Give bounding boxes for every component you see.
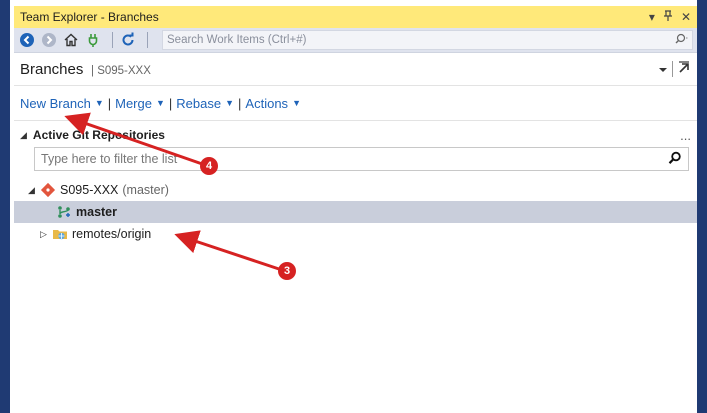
toolbar: Search Work Items (Ctrl+#) — [14, 28, 697, 53]
toolbar-separator — [147, 32, 148, 48]
merge-button[interactable]: Merge ▼ — [115, 96, 165, 111]
pop-out-icon[interactable] — [677, 60, 691, 78]
refresh-icon[interactable] — [119, 31, 137, 49]
search-icon[interactable] — [674, 33, 688, 48]
repo-current-branch: (master) — [122, 183, 169, 197]
filter-input[interactable]: Type here to filter the list — [34, 147, 689, 171]
git-repo-icon — [40, 182, 56, 198]
branch-name: master — [76, 205, 117, 219]
page-title: Branches — [20, 60, 84, 78]
search-work-items-input[interactable]: Search Work Items (Ctrl+#) — [162, 30, 693, 50]
pin-icon[interactable] — [663, 9, 673, 25]
home-icon[interactable] — [62, 31, 80, 49]
branch-actions-bar: New Branch ▼ | Merge ▼ | Rebase ▼ | Acti… — [14, 86, 697, 121]
window-frame-left — [0, 0, 10, 413]
search-icon[interactable] — [668, 151, 682, 168]
action-separator: | — [238, 95, 242, 111]
collapse-triangle-icon[interactable]: ◢ — [20, 130, 27, 141]
chevron-down-icon: ▼ — [292, 98, 301, 108]
forward-icon[interactable] — [40, 31, 58, 49]
filter-placeholder: Type here to filter the list — [41, 152, 178, 166]
chevron-down-icon: ▼ — [94, 98, 104, 108]
dropdown-icon[interactable]: ▾ — [649, 10, 655, 24]
team-explorer-panel: Team Explorer - Branches ▾ ✕ Search Work… — [14, 6, 697, 413]
window-title: Team Explorer - Branches — [20, 10, 159, 24]
remotes-label: remotes/origin — [72, 227, 152, 241]
search-placeholder: Search Work Items (Ctrl+#) — [167, 34, 307, 46]
remote-folder-icon — [52, 226, 68, 242]
annotation-badge-3: 3 — [278, 262, 296, 280]
new-branch-button[interactable]: New Branch ▼ — [20, 96, 104, 111]
actions-button[interactable]: Actions ▼ — [245, 96, 301, 111]
window-frame-right — [697, 0, 707, 413]
action-separator: | — [107, 95, 112, 111]
page-dropdown-icon[interactable] — [658, 62, 668, 77]
title-bar: Team Explorer - Branches ▾ ✕ — [14, 6, 697, 28]
title-controls: ▾ ✕ — [649, 9, 691, 25]
rebase-label: Rebase — [176, 95, 222, 111]
active-git-repositories-header[interactable]: ◢ Active Git Repositories ... — [14, 125, 697, 145]
tree-row-repo[interactable]: ◢ S095-XXX (master) — [14, 179, 697, 201]
header-controls — [658, 60, 691, 78]
branches-header: Branches | S095-XXX — [14, 53, 697, 86]
back-icon[interactable] — [18, 31, 36, 49]
chevron-down-icon: ▼ — [155, 98, 165, 108]
more-options-icon[interactable]: ... — [680, 128, 691, 143]
branch-icon — [56, 204, 72, 220]
header-separator — [672, 61, 673, 77]
chevron-down-icon: ▼ — [225, 98, 235, 108]
repository-tree: ◢ S095-XXX (master) master ▷ remotes/ori… — [14, 179, 697, 245]
plug-icon[interactable] — [84, 31, 102, 49]
toolbar-separator — [112, 32, 113, 48]
rebase-button[interactable]: Rebase ▼ — [176, 96, 234, 111]
tree-row-remotes[interactable]: ▷ remotes/origin — [14, 223, 697, 245]
collapsed-triangle-icon[interactable]: ▷ — [40, 229, 52, 240]
new-branch-label: New Branch — [20, 95, 91, 111]
section-title: Active Git Repositories — [32, 128, 165, 142]
merge-label: Merge — [115, 95, 152, 111]
repo-name: S095-XXX — [60, 183, 119, 197]
close-icon[interactable]: ✕ — [681, 10, 691, 24]
page-subtitle: | S095-XXX — [91, 64, 151, 77]
expanded-triangle-icon[interactable]: ◢ — [28, 185, 40, 196]
tree-row-branch-master[interactable]: master — [14, 201, 697, 223]
annotation-badge-4: 4 — [200, 157, 218, 175]
action-separator: | — [168, 95, 173, 111]
actions-label: Actions — [245, 95, 289, 111]
